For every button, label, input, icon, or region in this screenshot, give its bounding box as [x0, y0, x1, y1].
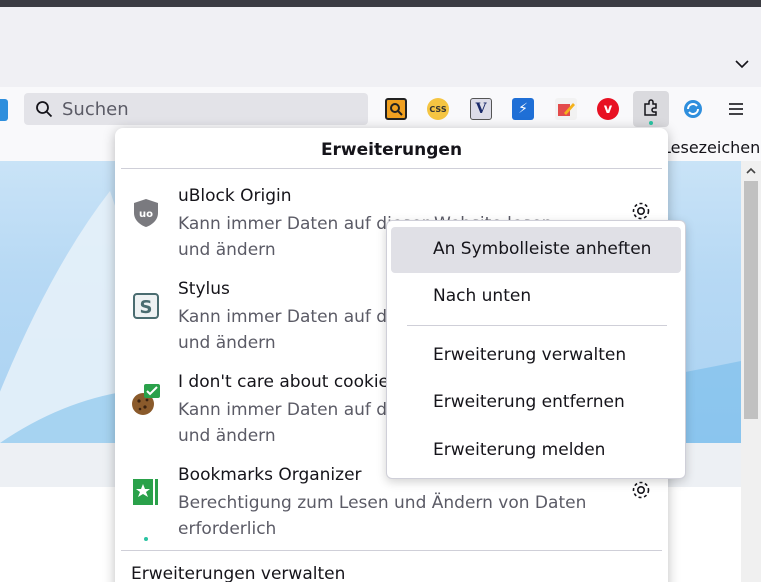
window-top-strip	[0, 0, 761, 7]
edit-icon[interactable]	[555, 98, 577, 120]
extension-name: uBlock Origin	[178, 186, 292, 206]
extensions-puzzle-icon	[644, 99, 657, 116]
bolt-icon[interactable]: ⚡	[512, 98, 534, 120]
menu-item-label: Erweiterung melden	[433, 440, 606, 460]
navigation-toolbar: Suchen CSS V ⚡ v	[0, 87, 761, 131]
menu-item-label: Nach unten	[433, 286, 532, 306]
menu-item-move-down[interactable]: Nach unten	[391, 274, 681, 320]
menu-icon[interactable]	[725, 98, 747, 120]
menu-item-pin-to-toolbar[interactable]: An Symbolleiste anheften	[391, 227, 681, 273]
menu-item-report-extension[interactable]: Erweiterung melden	[391, 428, 681, 474]
extensions-button[interactable]	[633, 91, 669, 127]
panel-title: Erweiterungen	[320, 140, 463, 160]
extension-badge-dot	[144, 537, 148, 541]
search-placeholder[interactable]: Suchen	[62, 99, 129, 120]
menu-item-label: Erweiterung verwalten	[433, 345, 627, 365]
menu-item-label: Erweiterung entfernen	[433, 392, 625, 412]
vimium-icon[interactable]: V	[470, 98, 492, 120]
menu-separator	[407, 325, 667, 326]
search-icon	[36, 101, 53, 118]
cookie-icon	[132, 384, 160, 415]
menu-item-label: An Symbolleiste anheften	[433, 239, 652, 259]
stylus-icon: S	[133, 293, 159, 319]
vertical-scrollbar[interactable]	[741, 161, 761, 582]
extension-name: Bookmarks Organizer	[178, 465, 362, 485]
extension-description: Berechtigung zum Lesen und Ändern von Da…	[178, 493, 587, 539]
extension-name: I don't care about cookies	[178, 372, 398, 392]
list-all-tabs-chevron-icon[interactable]	[733, 55, 751, 73]
extension-name: Stylus	[178, 279, 230, 299]
svg-text:uo: uo	[139, 209, 153, 220]
gear-icon[interactable]	[630, 200, 652, 222]
scrollbar-thumb[interactable]	[744, 181, 758, 419]
gear-icon[interactable]	[630, 479, 652, 501]
sync-icon[interactable]	[682, 98, 704, 120]
color-picker-icon[interactable]: CSS	[427, 98, 449, 120]
extension-badge-dot	[649, 121, 653, 125]
panel-divider	[121, 168, 662, 169]
css-viewer-icon[interactable]	[385, 98, 407, 120]
ublock-origin-icon: uo	[134, 199, 158, 227]
svg-text:S: S	[140, 297, 153, 318]
menu-item-remove-extension[interactable]: Erweiterung entfernen	[391, 380, 681, 426]
extension-context-menu: An Symbolleiste anheften Nach unten Erwe…	[386, 220, 686, 479]
manage-extensions-link[interactable]: Erweiterungen verwalten	[131, 564, 345, 582]
scroll-up-arrow-icon[interactable]	[745, 165, 757, 177]
vivaldi-icon[interactable]: v	[597, 98, 619, 120]
bookmarks-organizer-icon	[133, 479, 158, 505]
site-identity-icon[interactable]	[0, 99, 8, 121]
bookmarks-label[interactable]: Lesezeichen	[662, 138, 760, 157]
search-bar[interactable]: Suchen	[24, 93, 368, 125]
menu-item-manage-extension[interactable]: Erweiterung verwalten	[391, 333, 681, 379]
tab-bar	[0, 7, 761, 87]
panel-divider	[121, 550, 662, 551]
